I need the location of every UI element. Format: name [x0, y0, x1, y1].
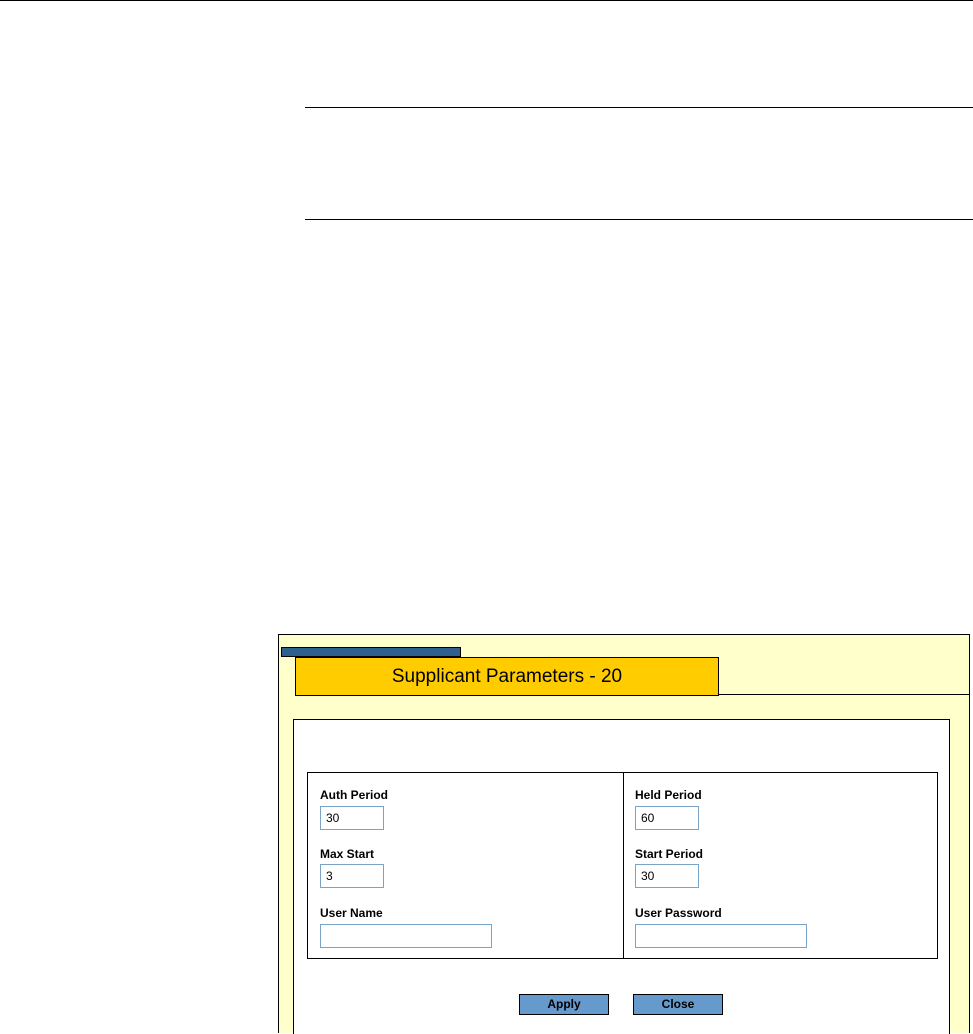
held-period-field[interactable] [635, 806, 699, 830]
user-name-field[interactable] [320, 924, 492, 948]
user-password-field[interactable] [635, 924, 807, 948]
top-rule [0, 0, 973, 1]
parameters-form: Auth Period Max Start User Name Held Per… [307, 772, 938, 959]
max-start-label: Max Start [320, 847, 375, 861]
max-start-field[interactable] [320, 864, 384, 888]
start-period-field[interactable] [635, 864, 699, 888]
dialog-content: Auth Period Max Start User Name Held Per… [293, 719, 950, 1034]
tab-supplicant-parameters[interactable]: Supplicant Parameters - 20 [295, 657, 719, 696]
tab-accent-bar [281, 647, 461, 657]
close-button[interactable]: Close [633, 994, 723, 1015]
user-name-label: User Name [320, 906, 383, 920]
auth-period-label: Auth Period [320, 788, 388, 802]
tab-baseline [719, 694, 970, 695]
start-period-label: Start Period [635, 847, 704, 861]
supplicant-parameters-dialog: Supplicant Parameters - 20 Auth Period M… [278, 634, 970, 1034]
note-bottom-rule [305, 219, 973, 220]
apply-button[interactable]: Apply [519, 994, 609, 1015]
held-period-label: Held Period [635, 788, 702, 802]
user-password-label: User Password [635, 906, 722, 920]
auth-period-field[interactable] [320, 806, 384, 830]
column-divider [623, 773, 624, 958]
note-top-rule [305, 107, 973, 108]
